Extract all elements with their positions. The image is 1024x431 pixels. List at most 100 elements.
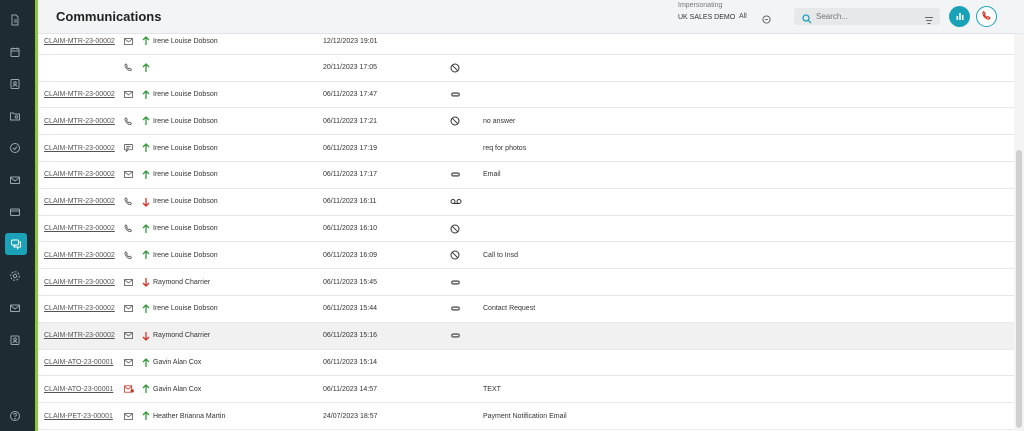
bar-chart-icon <box>955 8 965 26</box>
claim-reference-link[interactable]: CLAIM-MTR-23-00002 <box>44 269 115 295</box>
phone-icon <box>124 108 133 134</box>
envelope-icon[interactable] <box>3 297 27 319</box>
tag-status-icon <box>450 323 461 349</box>
contact-name: Raymond Charrier <box>153 278 211 286</box>
tag-status-icon <box>450 162 461 188</box>
claim-reference-link[interactable]: CLAIM-PET-23-00001 <box>44 403 113 429</box>
claim-reference-link[interactable]: CLAIM-MTR-23-00002 <box>44 323 115 349</box>
incoming-arrow-icon <box>142 189 150 215</box>
communications-icon[interactable] <box>5 233 27 255</box>
mail-icon[interactable] <box>3 169 27 191</box>
scrollbar-thumb[interactable] <box>1016 150 1022 428</box>
outgoing-arrow-icon <box>142 403 150 429</box>
table-row[interactable]: CLAIM-MTR-23-00002 Raymond Charrier 06/11/… <box>38 269 1014 296</box>
claim-reference-link[interactable]: CLAIM-MTR-23-00002 <box>44 242 115 268</box>
phone-icon <box>124 55 133 81</box>
check-circle-icon[interactable] <box>3 137 27 159</box>
table-row[interactable]: 20/11/2023 17:05 <box>38 55 1014 82</box>
email-icon <box>124 28 133 54</box>
table-row[interactable]: CLAIM-MTR-23-00002 Irene Louise Dobson 06/… <box>38 108 1014 136</box>
table-row[interactable]: CLAIM-PET-23-00001 Heather Brianna Martin… <box>38 403 1014 430</box>
table-row[interactable]: CLAIM-MTR-23-00002 Irene Louise Dobson 06/… <box>38 82 1014 109</box>
table-row[interactable]: CLAIM-MTR-23-00002 Irene Louise Dobson 06/… <box>38 189 1014 216</box>
contact-name: Gavin Alan Cox <box>153 359 202 367</box>
contact-name: Irene Louise Dobson <box>153 117 218 125</box>
table-row[interactable]: CLAIM-MTR-23-00002 Irene Louise Dobson 06/… <box>38 135 1014 162</box>
table-row[interactable]: CLAIM-ATO-23-00001 Gavin Alan Cox 06/11/20… <box>38 376 1014 404</box>
calendar-icon[interactable] <box>3 41 27 63</box>
table-row[interactable]: CLAIM-ATO-23-00001 Gavin Alan Cox 06/11/20… <box>38 350 1014 377</box>
email-icon <box>124 296 133 322</box>
note-text: no answer <box>483 117 516 125</box>
claim-reference-link[interactable]: CLAIM-MTR-23-00002 <box>44 189 115 215</box>
email-icon <box>124 269 133 295</box>
search-input[interactable] <box>816 10 916 23</box>
incoming-arrow-icon <box>142 269 150 295</box>
tag-status-icon <box>450 296 461 322</box>
claim-reference-link[interactable]: CLAIM-MTR-23-00002 <box>44 296 115 322</box>
phone-icon <box>124 216 133 242</box>
claim-reference-link[interactable]: CLAIM-ATO-23-00001 <box>44 376 113 402</box>
impersonating-label: Impersonating <box>678 2 723 9</box>
note-text: Contact Request <box>483 305 536 313</box>
help-icon[interactable] <box>3 405 27 427</box>
call-button[interactable] <box>976 6 997 27</box>
timestamp: 06/11/2023 16:11 <box>323 198 377 206</box>
table-row[interactable]: CLAIM-MTR-23-00002 Irene Louise Dobson 06/… <box>38 162 1014 189</box>
contact-name: Raymond Charrier <box>153 332 211 340</box>
outgoing-arrow-icon <box>142 242 150 268</box>
claim-reference-link[interactable]: CLAIM-ATO-23-00001 <box>44 350 113 376</box>
contact-name: Heather Brianna Martin <box>153 412 226 420</box>
note-text: req for photos <box>483 144 527 152</box>
table-row[interactable]: CLAIM-MTR-23-00002 Irene Louise Dobson 06/… <box>38 296 1014 323</box>
incoming-arrow-icon <box>142 323 150 349</box>
nav-rail <box>0 0 38 431</box>
note-text: Payment Notification Email <box>483 412 567 420</box>
claim-reference-link[interactable]: CLAIM-MTR-23-00002 <box>44 108 115 134</box>
timestamp: 24/07/2023 18:57 <box>323 412 378 420</box>
stats-button[interactable] <box>949 6 970 27</box>
contact-name: Irene Louise Dobson <box>153 305 218 313</box>
blocked-status-icon <box>450 108 460 134</box>
table-row[interactable]: CLAIM-MTR-23-00002 Irene Louise Dobson 06/… <box>38 216 1014 243</box>
blocked-status-icon <box>450 216 460 242</box>
contact-name: Irene Louise Dobson <box>153 251 218 259</box>
search-box[interactable] <box>794 8 940 25</box>
all-filter-label[interactable]: All <box>739 13 747 20</box>
communications-table: CLAIM-MTR-23-00002 Irene Louise Dobson 12/… <box>38 28 1014 431</box>
email-alert-icon <box>124 376 134 402</box>
claim-reference-link[interactable]: CLAIM-MTR-23-00002 <box>44 216 115 242</box>
timestamp: 20/11/2023 17:05 <box>323 64 377 72</box>
timestamp: 06/11/2023 15:16 <box>323 332 377 340</box>
claim-reference-link[interactable]: CLAIM-MTR-23-00002 <box>44 135 115 161</box>
email-icon <box>124 82 133 108</box>
outgoing-arrow-icon <box>142 28 150 54</box>
tag-status-icon <box>450 269 461 295</box>
note-text: Call to Insd <box>483 251 519 259</box>
contact-card-icon[interactable] <box>3 73 27 95</box>
contact-name: Irene Louise Dobson <box>153 171 218 179</box>
payment-card-icon[interactable] <box>3 201 27 223</box>
phone-hangup-icon <box>981 8 992 26</box>
table-row[interactable]: CLAIM-MTR-23-00002 Irene Louise Dobson 12/… <box>38 28 1014 55</box>
user-badge-icon[interactable] <box>3 329 27 351</box>
claim-reference-link[interactable]: CLAIM-MTR-23-00002 <box>44 28 115 54</box>
blocked-status-icon <box>450 55 460 81</box>
sms-icon <box>124 135 133 161</box>
clear-circle-icon[interactable] <box>762 11 771 29</box>
email-icon <box>124 350 133 376</box>
outgoing-arrow-icon <box>142 216 150 242</box>
timestamp: 06/11/2023 17:21 <box>323 117 377 125</box>
document-icon[interactable] <box>3 9 27 31</box>
timestamp: 06/11/2023 17:19 <box>323 144 377 152</box>
contact-name: Irene Louise Dobson <box>153 198 218 206</box>
blocked-status-icon <box>450 242 460 268</box>
folder-search-icon[interactable] <box>3 105 27 127</box>
settings-gear-icon[interactable] <box>3 265 27 287</box>
claim-reference-link[interactable]: CLAIM-MTR-23-00002 <box>44 162 115 188</box>
table-row[interactable]: CLAIM-MTR-23-00002 Irene Louise Dobson 06/… <box>38 242 1014 270</box>
table-row[interactable]: CLAIM-MTR-23-00002 Raymond Charrier 06/11/… <box>38 322 1014 350</box>
claim-reference-link[interactable]: CLAIM-MTR-23-00002 <box>44 82 115 108</box>
outgoing-arrow-icon <box>142 82 150 108</box>
outgoing-arrow-icon <box>142 376 150 402</box>
